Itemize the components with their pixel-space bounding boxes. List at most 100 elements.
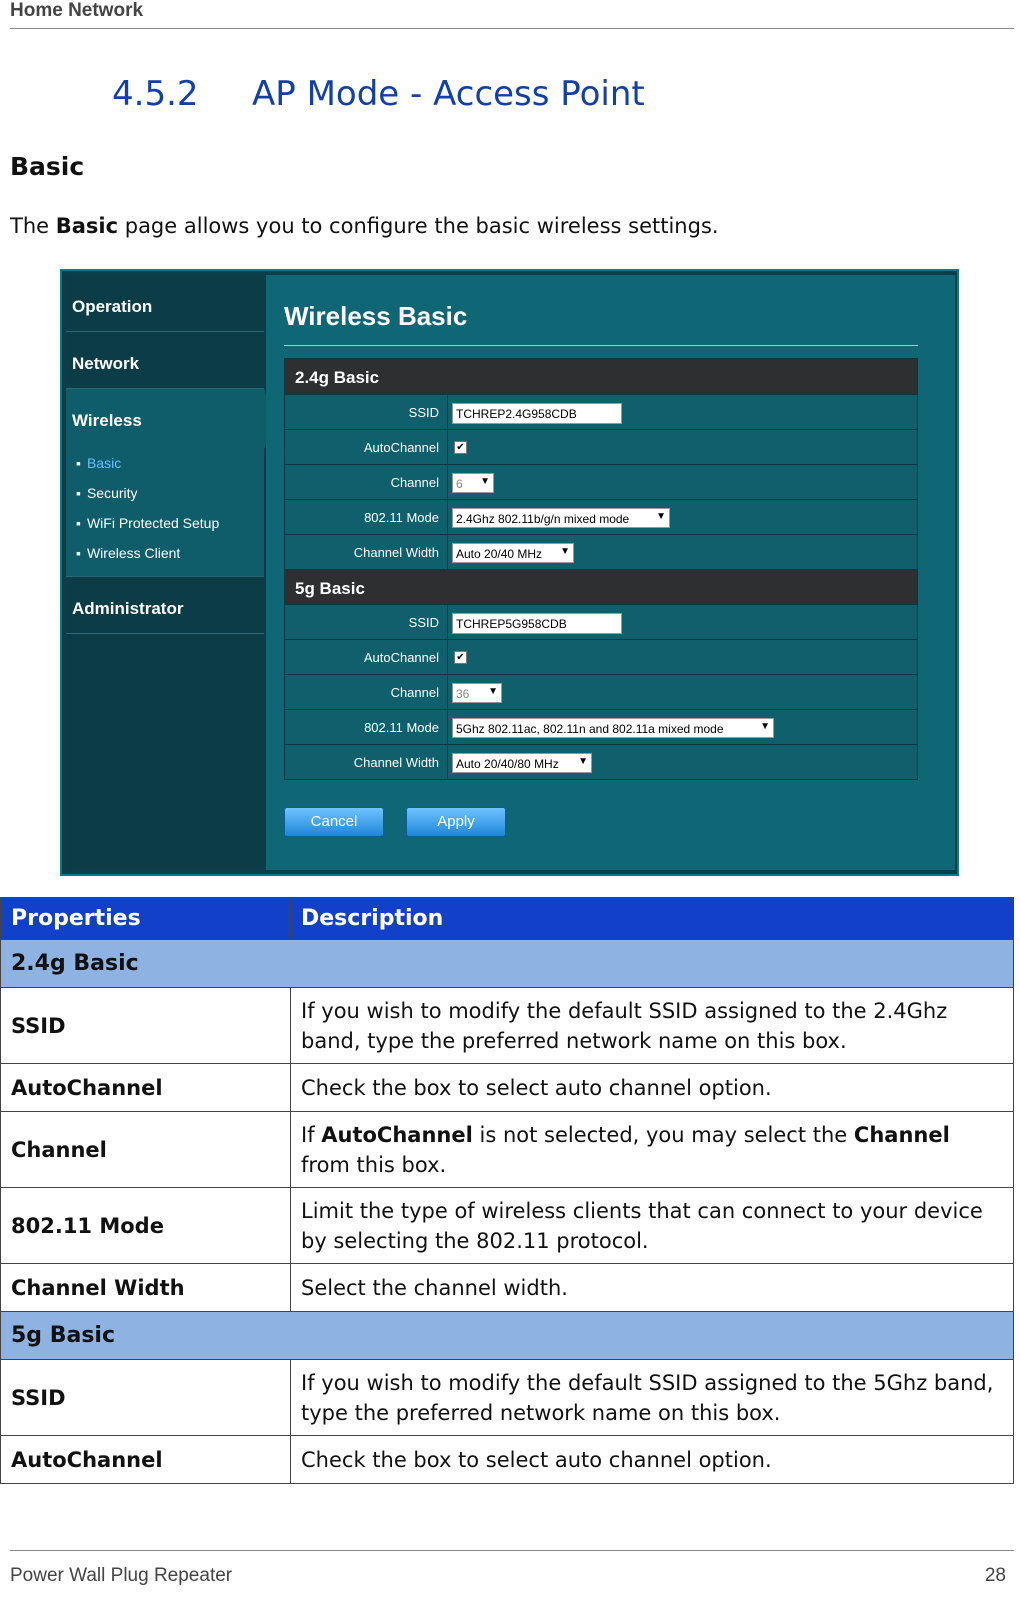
autochannel-5g-checkbox[interactable]: ✔ [454, 651, 467, 664]
mode-24g-select[interactable]: 2.4Ghz 802.11b/g/n mixed mode ▼ [452, 508, 670, 528]
table-row: Channel Width Select the channel width. [0, 1263, 1014, 1312]
intro-bold: Basic [55, 214, 119, 238]
row-24g-ssid: SSID TCHREP2.4G958CDB [285, 394, 917, 430]
row-24g-mode: 802.11 Mode 2.4Ghz 802.11b/g/n mixed mod… [285, 499, 917, 535]
desc-text: from this box. [301, 1152, 447, 1177]
nav-item-network[interactable]: Network [66, 332, 264, 389]
col-properties: Properties [0, 897, 291, 940]
table-row: Channel If AutoChannel is not selected, … [0, 1111, 1014, 1188]
channel-5g-select[interactable]: 36 ▼ [452, 683, 502, 703]
row-5g-autochannel: AutoChannel ✔ [285, 639, 917, 675]
intro-text-rest: page allows you to configure the basic w… [118, 214, 719, 238]
label-autochannel: AutoChannel [363, 440, 439, 455]
width-5g-select[interactable]: Auto 20/40/80 MHz ▼ [452, 753, 592, 773]
panel-24g-basic: 2.4g Basic SSID TCHREP2.4G958CDB AutoCha… [284, 358, 918, 780]
subnav-security[interactable]: Security [76, 485, 138, 501]
properties-table: Properties Description 2.4g Basic SSID I… [0, 897, 1014, 1484]
chevron-down-icon: ▼ [760, 721, 770, 732]
desc-bold: AutoChannel [321, 1122, 473, 1147]
panel-24g-title: 2.4g Basic [285, 359, 917, 394]
desc-cell: Check the box to select auto channel opt… [290, 1063, 1014, 1112]
section-number: 4.5.2 [112, 74, 199, 114]
label-ssid: SSID [408, 615, 439, 630]
ssid-24g-input[interactable]: TCHREP2.4G958CDB [452, 403, 622, 424]
intro-paragraph: The Basic page allows you to configure t… [10, 214, 719, 238]
router-main-panel: Wireless Basic 2.4g Basic SSID TCHREP2.4… [266, 275, 955, 870]
table-group-row: 5g Basic [0, 1311, 1014, 1360]
running-header: Home Network [10, 0, 1014, 29]
ssid-5g-input[interactable]: TCHREP5G958CDB [452, 613, 622, 634]
nav-item-wireless[interactable]: Wireless Basic Security WiFi Protected S… [66, 389, 274, 577]
mode-5g-value: 5Ghz 802.11ac, 802.11n and 802.11a mixed… [456, 722, 724, 736]
desc-cell: If you wish to modify the default SSID a… [290, 1359, 1014, 1436]
desc-text: If [301, 1122, 322, 1147]
label-mode: 802.11 Mode [364, 720, 439, 735]
autochannel-24g-checkbox[interactable]: ✔ [454, 441, 467, 454]
row-5g-ssid: SSID TCHREP5G958CDB [285, 604, 917, 640]
table-row: AutoChannel Check the box to select auto… [0, 1063, 1014, 1112]
table-row: SSID If you wish to modify the default S… [0, 987, 1014, 1064]
mode-24g-value: 2.4Ghz 802.11b/g/n mixed mode [456, 512, 630, 526]
prop-cell: 802.11 Mode [0, 1187, 291, 1264]
label-mode: 802.11 Mode [364, 510, 439, 525]
row-5g-channel: Channel 36 ▼ [285, 674, 917, 710]
prop-cell: Channel Width [0, 1263, 291, 1312]
desc-text: is not selected, you may select the [472, 1122, 854, 1147]
subnav-wireless-client[interactable]: Wireless Client [76, 545, 180, 561]
row-5g-width: Channel Width Auto 20/40/80 MHz ▼ [285, 744, 917, 780]
label-channel: Channel [390, 475, 439, 490]
nav-item-wireless-label: Wireless [72, 411, 142, 430]
table-group-row: 2.4g Basic [0, 939, 1014, 988]
cancel-button[interactable]: Cancel [284, 807, 384, 837]
prop-cell: Channel [0, 1111, 291, 1188]
width-5g-value: Auto 20/40/80 MHz [456, 757, 559, 771]
label-ssid: SSID [408, 405, 439, 420]
prop-cell: SSID [0, 987, 291, 1064]
title-divider [284, 345, 918, 346]
group-5g: 5g Basic [0, 1311, 1014, 1360]
label-width: Channel Width [353, 545, 439, 560]
subsection-title: Basic [10, 152, 85, 181]
apply-button[interactable]: Apply [406, 807, 506, 837]
group-24g: 2.4g Basic [0, 939, 1014, 988]
row-24g-width: Channel Width Auto 20/40 MHz ▼ [285, 534, 917, 570]
prop-cell: SSID [0, 1359, 291, 1436]
desc-cell: If AutoChannel is not selected, you may … [290, 1111, 1014, 1188]
row-24g-channel: Channel 6 ▼ [285, 464, 917, 500]
label-channel: Channel [390, 685, 439, 700]
nav-item-administrator[interactable]: Administrator [66, 577, 264, 634]
width-24g-select[interactable]: Auto 20/40 MHz ▼ [452, 543, 574, 563]
row-5g-mode: 802.11 Mode 5Ghz 802.11ac, 802.11n and 8… [285, 709, 917, 745]
document-page: Home Network 4.5.2 AP Mode - Access Point… [0, 0, 1020, 1597]
channel-24g-select[interactable]: 6 ▼ [452, 473, 494, 493]
panel-5g-title: 5g Basic [285, 569, 917, 604]
intro-text: The [10, 214, 56, 238]
row-24g-autochannel: AutoChannel ✔ [285, 429, 917, 465]
label-autochannel: AutoChannel [363, 650, 439, 665]
chevron-down-icon: ▼ [578, 756, 588, 767]
desc-cell: Limit the type of wireless clients that … [290, 1187, 1014, 1264]
mode-5g-select[interactable]: 5Ghz 802.11ac, 802.11n and 802.11a mixed… [452, 718, 774, 738]
desc-cell: Check the box to select auto channel opt… [290, 1435, 1014, 1484]
table-header-row: Properties Description [0, 897, 1014, 940]
desc-cell: If you wish to modify the default SSID a… [290, 987, 1014, 1064]
chevron-down-icon: ▼ [480, 476, 490, 487]
chevron-down-icon: ▼ [488, 686, 498, 697]
page-number: 28 [984, 1565, 1006, 1586]
router-sidebar: Operation Network Wireless Basic Securit… [66, 275, 274, 870]
desc-bold: Channel [853, 1122, 950, 1147]
table-row: SSID If you wish to modify the default S… [0, 1359, 1014, 1436]
col-description: Description [290, 897, 1014, 940]
desc-cell: Select the channel width. [290, 1263, 1014, 1312]
channel-24g-value: 6 [456, 477, 463, 491]
subnav-basic[interactable]: Basic [76, 455, 121, 471]
width-24g-value: Auto 20/40 MHz [456, 547, 543, 561]
prop-cell: AutoChannel [0, 1435, 291, 1484]
router-ui-screenshot: Operation Network Wireless Basic Securit… [60, 269, 959, 876]
chevron-down-icon: ▼ [560, 546, 570, 557]
footer-title: Power Wall Plug Repeater [10, 1565, 233, 1586]
subnav-wps[interactable]: WiFi Protected Setup [76, 515, 219, 531]
router-page-title: Wireless Basic [284, 301, 468, 331]
nav-item-operation[interactable]: Operation [66, 275, 264, 332]
section-heading: 4.5.2 AP Mode - Access Point [112, 74, 645, 114]
